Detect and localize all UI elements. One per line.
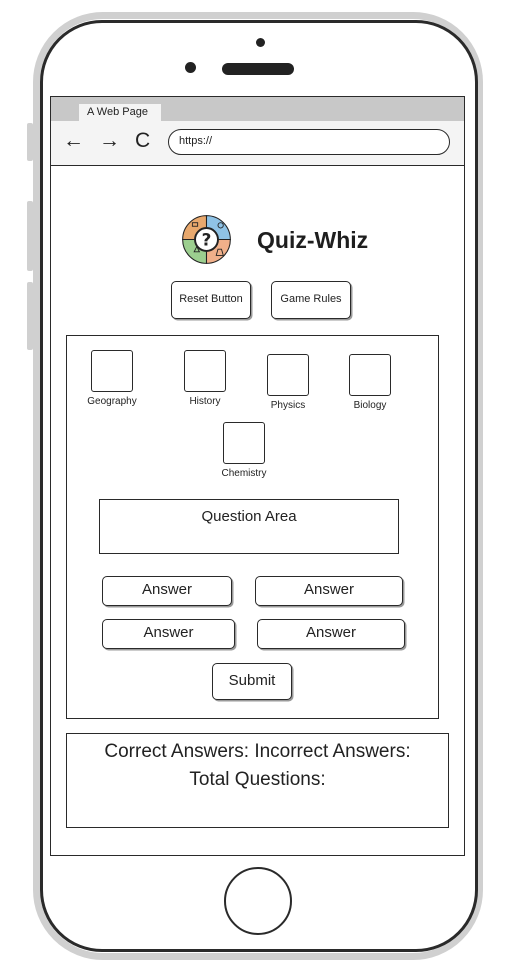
category-icon — [223, 422, 265, 464]
back-arrow-icon[interactable]: ← — [63, 129, 84, 153]
category-geography[interactable]: Geography — [77, 350, 147, 407]
category-icon — [91, 350, 133, 392]
category-icon — [349, 354, 391, 396]
volume-up-button — [27, 201, 33, 271]
browser-screen: A Web Page ← → C https:// ? Quiz-Whiz Re… — [50, 96, 465, 856]
mute-switch — [27, 123, 33, 161]
category-biology[interactable]: Biology — [335, 354, 405, 411]
volume-down-button — [27, 282, 33, 350]
category-label: Chemistry — [221, 468, 267, 479]
category-label: Biology — [353, 400, 387, 411]
forward-arrow-icon[interactable]: → — [99, 129, 120, 153]
category-icon — [267, 354, 309, 396]
question-area: Question Area — [99, 499, 399, 554]
browser-tab[interactable]: A Web Page — [79, 104, 161, 121]
category-history[interactable]: History — [170, 350, 240, 407]
proximity-sensor-icon — [185, 62, 196, 73]
svg-text:?: ? — [202, 230, 212, 250]
browser-tab-strip: A Web Page — [51, 97, 464, 121]
url-bar[interactable]: https:// — [168, 129, 450, 155]
reload-icon[interactable]: C — [135, 129, 150, 153]
game-rules-button[interactable]: Game Rules — [271, 281, 351, 319]
category-physics[interactable]: Physics — [253, 354, 323, 411]
answer-button-4[interactable]: Answer — [257, 619, 405, 649]
answer-button-1[interactable]: Answer — [102, 576, 232, 606]
app-title: Quiz-Whiz — [257, 227, 369, 253]
score-panel: Correct Answers: Incorrect Answers: Tota… — [66, 733, 449, 828]
score-correct-incorrect: Correct Answers: Incorrect Answers: — [104, 741, 411, 762]
quiz-panel: Geography History Physics Biology Chemis… — [66, 335, 439, 719]
category-label: Physics — [270, 400, 306, 411]
answer-button-3[interactable]: Answer — [102, 619, 235, 649]
category-label: History — [189, 396, 221, 407]
submit-button[interactable]: Submit — [212, 663, 292, 700]
score-total: Total Questions: — [189, 769, 326, 790]
home-button[interactable] — [224, 867, 292, 935]
category-icon — [184, 350, 226, 392]
category-chemistry[interactable]: Chemistry — [209, 422, 279, 479]
reset-button[interactable]: Reset Button — [171, 281, 251, 319]
answer-button-2[interactable]: Answer — [255, 576, 403, 606]
browser-toolbar: ← → C https:// — [51, 121, 464, 166]
quiz-logo-icon: ? — [182, 215, 231, 264]
category-label: Geography — [87, 396, 137, 407]
front-camera-icon — [256, 38, 265, 47]
earpiece-speaker — [222, 63, 294, 75]
